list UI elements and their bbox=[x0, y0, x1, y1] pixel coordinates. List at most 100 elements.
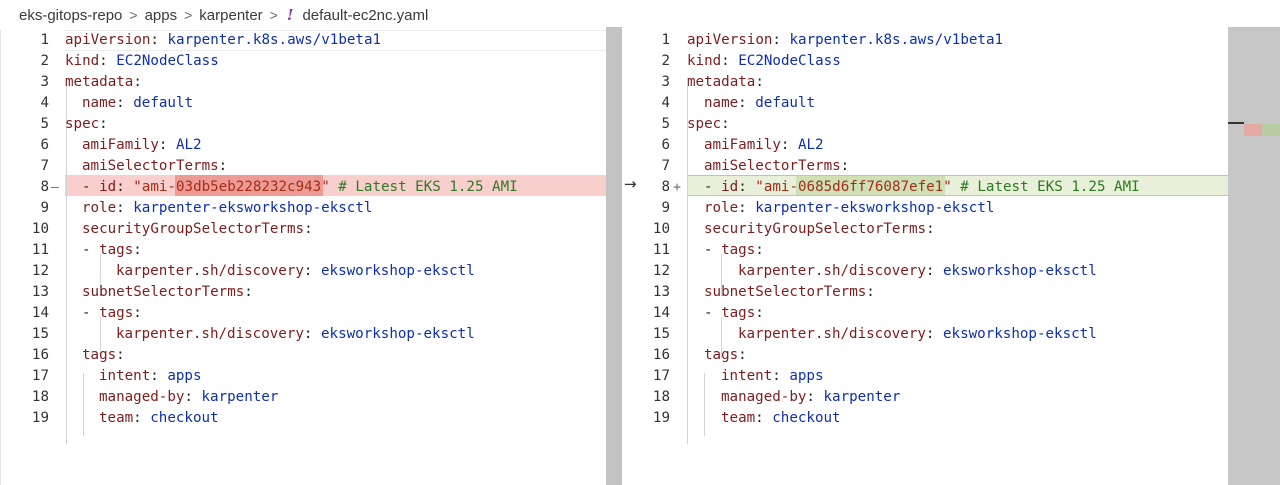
code-line[interactable]: 10 securityGroupSelectorTerms: bbox=[623, 219, 1228, 240]
code-line[interactable]: 16 tags: bbox=[623, 345, 1228, 366]
yaml-value: karpenter.k8s.aws/v1beta1 bbox=[789, 32, 1004, 48]
line-number: 1 bbox=[661, 32, 670, 48]
yaml-key: kind bbox=[65, 53, 100, 69]
chevron-right-icon: > bbox=[269, 7, 278, 23]
yaml-key: tags bbox=[721, 242, 756, 258]
code-line[interactable]: 2 kind: EC2NodeClass bbox=[623, 51, 1228, 72]
code-line[interactable]: 1 apiVersion: karpenter.k8s.aws/v1beta1 bbox=[1, 30, 622, 51]
code-line[interactable]: 7 amiSelectorTerms: bbox=[623, 156, 1228, 177]
code-line[interactable]: 3 metadata: bbox=[623, 72, 1228, 93]
yaml-punctuation: : bbox=[150, 368, 168, 384]
line-number: 16 bbox=[31, 347, 49, 363]
line-number: 1 bbox=[40, 32, 49, 48]
code-line[interactable]: 18 managed-by: karpenter bbox=[1, 387, 622, 408]
code-text: metadata: bbox=[687, 72, 764, 93]
yaml-punctuation: : bbox=[772, 32, 790, 48]
yaml-punctuation: - bbox=[82, 242, 100, 258]
yaml-key: id bbox=[721, 179, 739, 195]
code-line[interactable]: 13 subnetSelectorTerms: bbox=[623, 282, 1228, 303]
yaml-punctuation: : bbox=[806, 389, 824, 405]
yaml-punctuation: : bbox=[116, 179, 134, 195]
line-number: 14 bbox=[652, 305, 670, 321]
modified-editor-pane[interactable]: 1 apiVersion: karpenter.k8s.aws/v1beta1 2 k… bbox=[623, 30, 1228, 485]
code-text: karpenter.sh/discovery: eksworkshop-eksc… bbox=[116, 261, 475, 282]
yaml-key: subnetSelectorTerms bbox=[82, 284, 245, 300]
code-line[interactable]: 9 role: karpenter-eksworkshop-eksctl bbox=[623, 198, 1228, 219]
code-line[interactable]: 14 - tags: bbox=[623, 303, 1228, 324]
line-number: 3 bbox=[40, 74, 49, 90]
code-text: team: checkout bbox=[721, 408, 841, 429]
yaml-key: tags bbox=[704, 347, 739, 363]
code-text: spec: bbox=[65, 114, 108, 135]
code-line[interactable]: 10 securityGroupSelectorTerms: bbox=[1, 219, 622, 240]
code-text: team: checkout bbox=[99, 408, 219, 429]
code-line[interactable]: 6 amiFamily: AL2 bbox=[1, 135, 622, 156]
code-line[interactable]: 16 tags: bbox=[1, 345, 622, 366]
yaml-key: metadata bbox=[687, 74, 756, 90]
yaml-value: EC2NodeClass bbox=[116, 53, 219, 69]
code-line[interactable]: 3 metadata: bbox=[1, 72, 622, 93]
yaml-punctuation: : bbox=[133, 74, 142, 90]
breadcrumb-file[interactable]: default-ec2nc.yaml bbox=[302, 7, 428, 24]
code-line[interactable]: 12 karpenter.sh/discovery: eksworkshop-ek… bbox=[1, 261, 622, 282]
code-line[interactable]: 19 team: checkout bbox=[1, 408, 622, 429]
code-line[interactable]: 1 apiVersion: karpenter.k8s.aws/v1beta1 bbox=[623, 30, 1228, 51]
yaml-comment: # Latest EKS 1.25 AMI bbox=[338, 179, 518, 195]
yaml-punctuation: : bbox=[738, 95, 756, 111]
code-line[interactable]: 6 amiFamily: AL2 bbox=[623, 135, 1228, 156]
code-line[interactable]: 17 intent: apps bbox=[1, 366, 622, 387]
code-line[interactable]: 9 role: karpenter-eksworkshop-eksctl bbox=[1, 198, 622, 219]
code-line[interactable]: 2 kind: EC2NodeClass bbox=[1, 51, 622, 72]
code-line[interactable]: 17 intent: apps bbox=[623, 366, 1228, 387]
yaml-key: role bbox=[704, 200, 739, 216]
yaml-value: checkout bbox=[150, 410, 219, 426]
original-scrollbar[interactable] bbox=[606, 27, 622, 485]
original-editor-pane[interactable]: 1 apiVersion: karpenter.k8s.aws/v1beta1 2 k… bbox=[0, 30, 622, 485]
yaml-key: spec bbox=[65, 116, 100, 132]
yaml-value: karpenter bbox=[823, 389, 901, 405]
code-line[interactable]: 14 - tags: bbox=[1, 303, 622, 324]
yaml-file-icon: ! bbox=[286, 6, 294, 24]
yaml-punctuation: : bbox=[303, 263, 322, 279]
code-text: spec: bbox=[687, 114, 730, 135]
yaml-punctuation: : bbox=[840, 158, 850, 174]
code-line[interactable]: 18 managed-by: karpenter bbox=[623, 387, 1228, 408]
code-line[interactable]: 15 karpenter.sh/discovery: eksworkshop-ek… bbox=[623, 324, 1228, 345]
code-line[interactable]: 8— - id: "ami-03db5eb228232c943" # Latest… bbox=[1, 177, 622, 198]
diff-overview-ruler[interactable] bbox=[1228, 27, 1280, 485]
code-line[interactable]: 13 subnetSelectorTerms: bbox=[1, 282, 622, 303]
code-line[interactable]: 11 - tags: bbox=[623, 240, 1228, 261]
code-line[interactable]: 4 name: default bbox=[623, 93, 1228, 114]
code-line[interactable]: 7 amiSelectorTerms: bbox=[1, 156, 622, 177]
code-line[interactable]: 8 + - id: "ami-0685d6ff76087efe1" # Latest… bbox=[623, 177, 1228, 198]
yaml-punctuation: - bbox=[704, 242, 722, 258]
breadcrumb-folder-karpenter[interactable]: karpenter bbox=[199, 7, 262, 24]
yaml-punctuation: : bbox=[150, 32, 168, 48]
yaml-punctuation: - bbox=[82, 305, 100, 321]
code-line[interactable]: 15 karpenter.sh/discovery: eksworkshop-ek… bbox=[1, 324, 622, 345]
breadcrumb-folder-apps[interactable]: apps bbox=[145, 7, 178, 24]
yaml-punctuation bbox=[952, 179, 961, 195]
yaml-value: eksworkshop-eksctl bbox=[321, 326, 475, 342]
line-number: 12 bbox=[652, 263, 670, 279]
code-line[interactable]: 12 karpenter.sh/discovery: eksworkshop-ek… bbox=[623, 261, 1228, 282]
code-line[interactable]: 5 spec: bbox=[1, 114, 622, 135]
code-text: intent: apps bbox=[99, 366, 202, 387]
line-number: 14 bbox=[31, 305, 49, 321]
line-number: 2 bbox=[661, 53, 670, 69]
code-line[interactable]: 11 - tags: bbox=[1, 240, 622, 261]
code-line[interactable]: 19 team: checkout bbox=[623, 408, 1228, 429]
yaml-punctuation: : bbox=[721, 116, 730, 132]
yaml-key: tags bbox=[721, 305, 756, 321]
line-number: 8 bbox=[40, 179, 49, 195]
code-line[interactable]: 5 spec: bbox=[623, 114, 1228, 135]
added-line-icon: + bbox=[673, 180, 681, 195]
chevron-right-icon: > bbox=[184, 7, 193, 23]
breadcrumb-repo[interactable]: eks-gitops-repo bbox=[19, 7, 122, 24]
yaml-punctuation: - bbox=[704, 305, 722, 321]
yaml-key: karpenter.sh/discovery bbox=[116, 326, 304, 342]
yaml-punctuation: : bbox=[218, 158, 228, 174]
line-number: 5 bbox=[661, 116, 670, 132]
yaml-punctuation: : bbox=[133, 305, 142, 321]
code-line[interactable]: 4 name: default bbox=[1, 93, 622, 114]
